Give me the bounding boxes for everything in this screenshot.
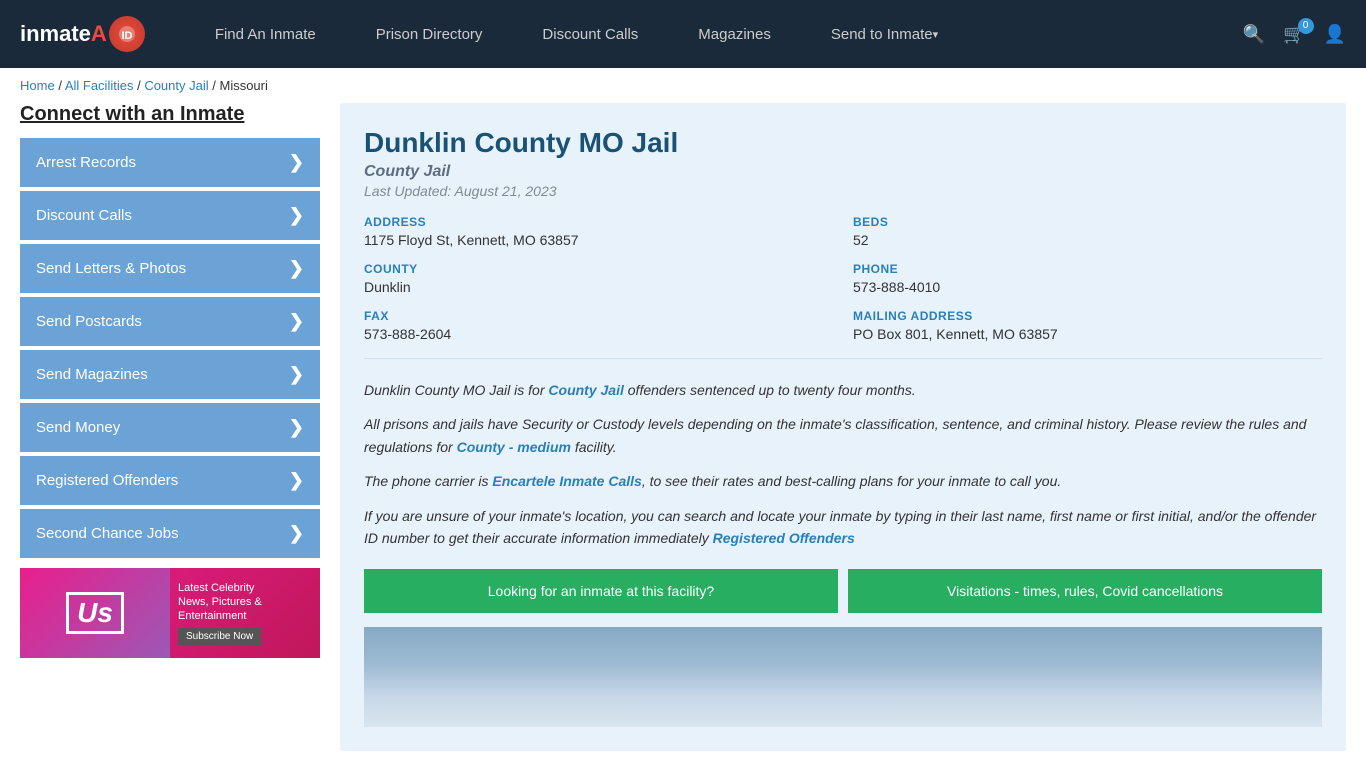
logo-text: inmateA xyxy=(20,21,107,47)
chevron-right-icon: ❯ xyxy=(289,523,304,544)
logo-icon: ID xyxy=(109,16,145,52)
chevron-right-icon: ❯ xyxy=(289,364,304,385)
main-nav: Find An Inmate Prison Directory Discount… xyxy=(185,0,1243,68)
chevron-right-icon: ❯ xyxy=(289,470,304,491)
sidebar-item-send-letters[interactable]: Send Letters & Photos ❯ xyxy=(20,244,320,293)
nav-find-inmate[interactable]: Find An Inmate xyxy=(185,0,346,68)
sidebar-item-registered-offenders[interactable]: Registered Offenders ❯ xyxy=(20,456,320,505)
cart-icon[interactable]: 🛒 0 xyxy=(1283,24,1305,45)
facility-description: Dunklin County MO Jail is for County Jai… xyxy=(364,379,1322,549)
chevron-right-icon: ❯ xyxy=(289,417,304,438)
chevron-right-icon: ❯ xyxy=(289,205,304,226)
phone-value: 573-888-4010 xyxy=(853,279,1322,295)
facility-content: Dunklin County MO Jail County Jail Last … xyxy=(340,103,1346,751)
nav-magazines[interactable]: Magazines xyxy=(668,0,801,68)
sidebar-item-send-magazines[interactable]: Send Magazines ❯ xyxy=(20,350,320,399)
fax-value: 573-888-2604 xyxy=(364,326,833,342)
address-label: ADDRESS xyxy=(364,215,833,229)
ad-logo: Us xyxy=(66,592,124,634)
breadcrumb-state: Missouri xyxy=(219,78,267,93)
chevron-right-icon: ❯ xyxy=(289,258,304,279)
sidebar-item-arrest-records[interactable]: Arrest Records ❯ xyxy=(20,138,320,187)
beds-label: BEDS xyxy=(853,215,1322,229)
county-section: COUNTY Dunklin xyxy=(364,262,833,295)
facility-updated: Last Updated: August 21, 2023 xyxy=(364,183,1322,199)
address-section: ADDRESS 1175 Floyd St, Kennett, MO 63857 xyxy=(364,215,833,248)
nav-send-to-inmate[interactable]: Send to Inmate xyxy=(801,0,968,68)
user-icon[interactable]: 👤 xyxy=(1324,24,1346,45)
sidebar: Connect with an Inmate Arrest Records ❯ … xyxy=(20,103,320,751)
address-value: 1175 Floyd St, Kennett, MO 63857 xyxy=(364,232,833,248)
mailing-section: MAILING ADDRESS PO Box 801, Kennett, MO … xyxy=(853,309,1322,342)
ad-banner[interactable]: Us Latest Celebrity News, Pictures & Ent… xyxy=(20,568,320,658)
ad-line2: News, Pictures & xyxy=(178,596,312,608)
breadcrumb: Home / All Facilities / County Jail / Mi… xyxy=(0,68,1366,103)
phone-label: PHONE xyxy=(853,262,1322,276)
sidebar-item-second-chance-jobs[interactable]: Second Chance Jobs ❯ xyxy=(20,509,320,558)
ad-subscribe-button[interactable]: Subscribe Now xyxy=(178,628,261,645)
phone-section: PHONE 573-888-4010 xyxy=(853,262,1322,295)
description-para2: All prisons and jails have Security or C… xyxy=(364,413,1322,458)
facility-info-grid: ADDRESS 1175 Floyd St, Kennett, MO 63857… xyxy=(364,215,1322,359)
facility-type: County Jail xyxy=(364,163,1322,181)
encartele-link[interactable]: Encartele Inmate Calls xyxy=(492,473,641,489)
sidebar-item-discount-calls[interactable]: Discount Calls ❯ xyxy=(20,191,320,240)
mailing-label: MAILING ADDRESS xyxy=(853,309,1322,323)
ad-logo-section: Us xyxy=(20,568,170,658)
county-value: Dunklin xyxy=(364,279,833,295)
county-medium-link[interactable]: County - medium xyxy=(457,439,571,455)
beds-value: 52 xyxy=(853,232,1322,248)
description-para3: The phone carrier is Encartele Inmate Ca… xyxy=(364,470,1322,492)
sidebar-title: Connect with an Inmate xyxy=(20,103,320,126)
find-inmate-button[interactable]: Looking for an inmate at this facility? xyxy=(364,569,838,613)
logo[interactable]: inmateA ID xyxy=(20,16,145,52)
beds-section: BEDS 52 xyxy=(853,215,1322,248)
county-jail-link[interactable]: County Jail xyxy=(548,382,623,398)
ad-line3: Entertainment xyxy=(178,610,312,622)
county-label: COUNTY xyxy=(364,262,833,276)
facility-photo xyxy=(364,627,1322,727)
sidebar-item-send-money[interactable]: Send Money ❯ xyxy=(20,403,320,452)
visitations-button[interactable]: Visitations - times, rules, Covid cancel… xyxy=(848,569,1322,613)
search-icon[interactable]: 🔍 xyxy=(1243,24,1265,45)
breadcrumb-all-facilities[interactable]: All Facilities xyxy=(65,78,134,93)
header-icons: 🔍 🛒 0 👤 xyxy=(1243,24,1346,45)
main-layout: Connect with an Inmate Arrest Records ❯ … xyxy=(0,103,1366,771)
breadcrumb-home[interactable]: Home xyxy=(20,78,55,93)
nav-prison-directory[interactable]: Prison Directory xyxy=(346,0,513,68)
svg-text:ID: ID xyxy=(121,30,132,42)
registered-offenders-link[interactable]: Registered Offenders xyxy=(713,530,855,546)
description-para1: Dunklin County MO Jail is for County Jai… xyxy=(364,379,1322,401)
cart-badge: 0 xyxy=(1298,18,1314,34)
chevron-right-icon: ❯ xyxy=(289,152,304,173)
ad-text-section: Latest Celebrity News, Pictures & Entert… xyxy=(170,574,320,653)
fax-label: FAX xyxy=(364,309,833,323)
chevron-right-icon: ❯ xyxy=(289,311,304,332)
fax-section: FAX 573-888-2604 xyxy=(364,309,833,342)
action-buttons: Looking for an inmate at this facility? … xyxy=(364,569,1322,613)
mailing-value: PO Box 801, Kennett, MO 63857 xyxy=(853,326,1322,342)
description-para4: If you are unsure of your inmate's locat… xyxy=(364,505,1322,550)
breadcrumb-county-jail[interactable]: County Jail xyxy=(144,78,208,93)
nav-discount-calls[interactable]: Discount Calls xyxy=(512,0,668,68)
facility-title: Dunklin County MO Jail xyxy=(364,127,1322,159)
ad-line1: Latest Celebrity xyxy=(178,582,312,594)
sky-background xyxy=(364,627,1322,727)
site-header: inmateA ID Find An Inmate Prison Directo… xyxy=(0,0,1366,68)
sidebar-item-send-postcards[interactable]: Send Postcards ❯ xyxy=(20,297,320,346)
